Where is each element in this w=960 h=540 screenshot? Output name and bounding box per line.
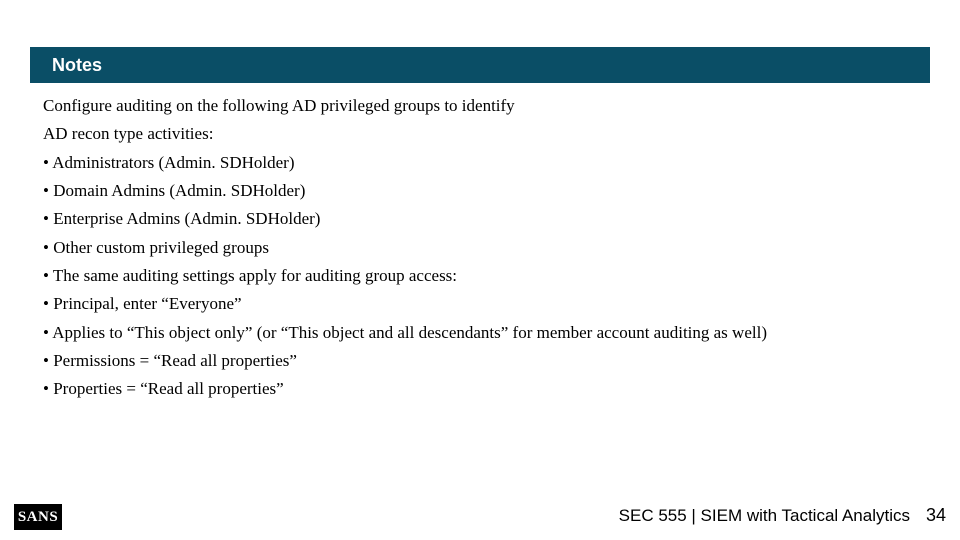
bullet-item: • Permissions = “Read all properties”: [43, 348, 923, 374]
page-number: 34: [926, 505, 946, 526]
bullet-item: • Applies to “This object only” (or “Thi…: [43, 320, 923, 346]
course-label: SEC 555 | SIEM with Tactical Analytics: [619, 506, 910, 526]
slide: Notes Configure auditing on the followin…: [0, 0, 960, 540]
bullet-item: • Enterprise Admins (Admin. SDHolder): [43, 206, 923, 232]
slide-title: Notes: [52, 55, 102, 76]
bullet-item: • Other custom privileged groups: [43, 235, 923, 261]
slide-body: Configure auditing on the following AD p…: [43, 93, 923, 405]
logo-text: SANS: [18, 509, 58, 526]
bullet-item: • Administrators (Admin. SDHolder): [43, 150, 923, 176]
bullet-item: • The same auditing settings apply for a…: [43, 263, 923, 289]
bullet-item: • Principal, enter “Everyone”: [43, 291, 923, 317]
bullet-item: • Properties = “Read all properties”: [43, 376, 923, 402]
sans-logo: SANS: [14, 504, 62, 530]
bullet-item: • Domain Admins (Admin. SDHolder): [43, 178, 923, 204]
footer: SANS SEC 555 | SIEM with Tactical Analyt…: [0, 502, 960, 532]
title-bar: Notes: [30, 47, 930, 83]
bullet-list: • Administrators (Admin. SDHolder)• Doma…: [43, 150, 923, 403]
intro-line-1: Configure auditing on the following AD p…: [43, 93, 923, 119]
intro-line-2: AD recon type activities:: [43, 121, 923, 147]
